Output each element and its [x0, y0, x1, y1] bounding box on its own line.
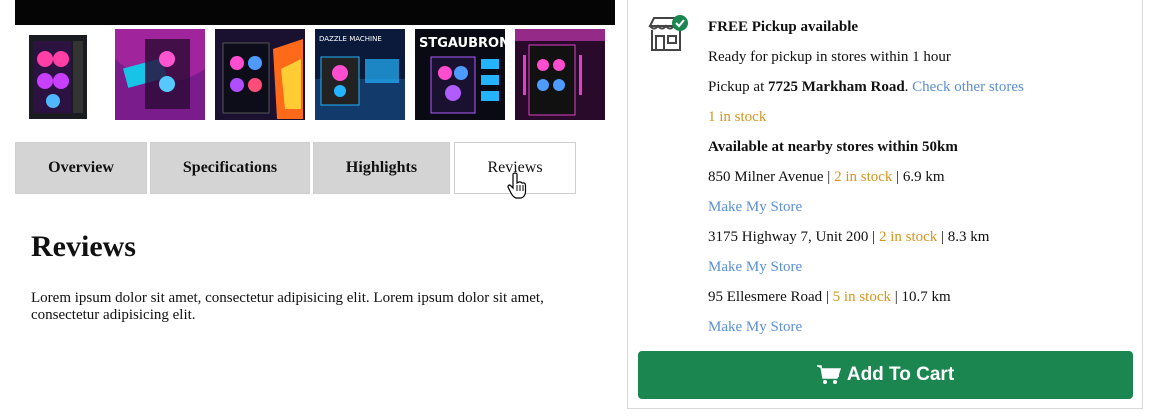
separator: |: [825, 289, 829, 305]
nearby-store-address: 850 Milner Avenue: [708, 169, 824, 185]
cart-icon: [816, 365, 841, 384]
nearby-store-row: 850 Milner Avenue | 2 in stock | 6.9 km: [708, 169, 945, 186]
separator: |: [827, 169, 831, 185]
make-my-store-link[interactable]: Make My Store: [708, 259, 802, 276]
pickup-ready-text: Ready for pickup in stores within 1 hour: [708, 49, 951, 65]
pickup-store-name: 7725 Markham Road: [768, 79, 905, 95]
nearby-store-stock: 2 in stock: [834, 169, 893, 185]
nearby-store-address: 95 Ellesmere Road: [708, 289, 823, 305]
pickup-location-line: Pickup at 7725 Markham Road. Check other…: [708, 79, 1024, 96]
pickup-period: .: [904, 79, 909, 95]
separator: |: [896, 169, 900, 185]
add-to-cart-label: Add To Cart: [846, 364, 955, 385]
tab-highlights[interactable]: Highlights: [313, 142, 450, 194]
tab-overview[interactable]: Overview: [15, 142, 147, 194]
thumbnail-4[interactable]: DAZZLE MACHINE: [315, 29, 405, 120]
pickup-stock-status: 1 in stock: [708, 109, 767, 125]
nearby-store-distance: 6.9 km: [902, 169, 945, 185]
thumbnail-2[interactable]: [115, 29, 205, 120]
pickup-at-prefix: Pickup at: [708, 79, 765, 95]
make-my-store-link[interactable]: Make My Store: [708, 199, 802, 216]
thumbnail-text-brand: STGAUBRON: [419, 36, 505, 51]
nearby-store-stock: 2 in stock: [878, 229, 938, 245]
pickup-heading: FREE Pickup available: [708, 19, 859, 35]
tab-overview-label: Overview: [48, 159, 114, 176]
make-my-store-link[interactable]: Make My Store: [708, 319, 802, 336]
separator: |: [941, 229, 945, 245]
thumbnail-3[interactable]: [215, 29, 305, 120]
thumbnail-5[interactable]: STGAUBRON: [415, 29, 505, 120]
hand-pointer-cursor-icon: [507, 172, 527, 199]
tab-specifications-label: Specifications: [182, 159, 278, 176]
thumbnail-6[interactable]: [515, 29, 605, 120]
tab-highlights-label: Highlights: [345, 159, 418, 176]
tab-specifications[interactable]: Specifications: [150, 142, 310, 194]
reviews-heading: Reviews: [31, 230, 136, 263]
check-other-stores-link[interactable]: Check other stores: [912, 79, 1024, 95]
nearby-store-row: 95 Ellesmere Road | 5 in stock | 10.7 km: [708, 289, 951, 306]
nearby-store-distance: 8.3 km: [947, 229, 990, 245]
add-to-cart-button[interactable]: Add To Cart: [638, 351, 1133, 399]
nearby-store-stock: 5 in stock: [832, 289, 891, 305]
reviews-body-text: Lorem ipsum dolor sit amet, consectetur …: [31, 290, 544, 323]
main-product-image: [15, 0, 615, 25]
nearby-store-distance: 10.7 km: [901, 289, 951, 305]
nearby-store-row: 3175 Highway 7, Unit 200 | 2 in stock | …: [708, 229, 989, 246]
separator: |: [872, 229, 876, 245]
thumbnail-1[interactable]: [15, 29, 105, 120]
nearby-store-address: 3175 Highway 7, Unit 200: [708, 229, 869, 245]
nearby-stores-heading: Available at nearby stores within 50km: [708, 139, 958, 155]
thumbnail-text-dazzle: DAZZLE MACHINE: [319, 35, 382, 43]
store-check-icon: [648, 15, 688, 51]
separator: |: [894, 289, 898, 305]
